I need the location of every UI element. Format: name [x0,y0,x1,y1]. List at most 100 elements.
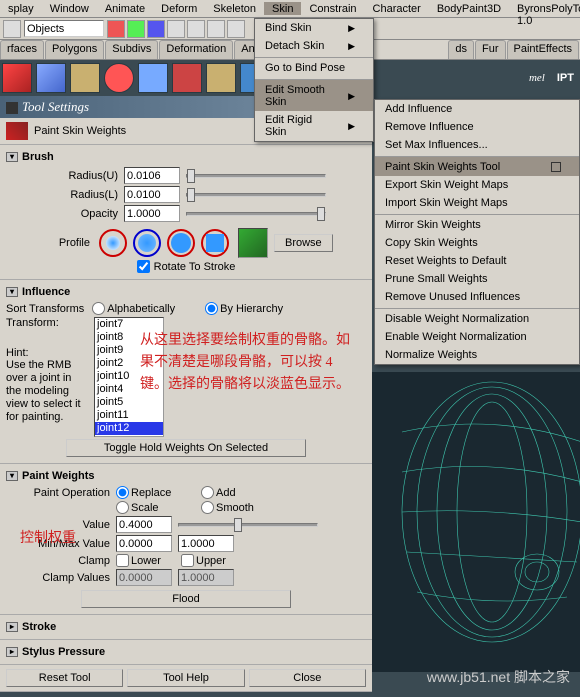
menu-skeleton[interactable]: Skeleton [205,2,264,15]
menu-remove-influence[interactable]: Remove Influence [375,118,579,136]
upper-checkbox[interactable] [181,554,194,567]
menu-export-weights[interactable]: Export Skin Weight Maps [375,176,579,194]
watermark: www.jb51.net 脚本之家 [427,667,570,687]
opacity-slider[interactable] [186,212,326,216]
lower-checkbox[interactable] [116,554,129,567]
torus-icon[interactable] [172,63,202,93]
menu-mirror-weights[interactable]: Mirror Skin Weights [375,214,579,234]
min-input[interactable] [116,535,172,552]
joint-item[interactable]: joint12 [95,422,163,435]
joint-item[interactable]: joint4 [95,383,163,396]
menu-splay[interactable]: splay [0,2,42,15]
value-input[interactable] [116,516,172,533]
menu-edit-rigid[interactable]: Edit Rigid Skin▶ [255,111,373,141]
joint-item[interactable]: joint7 [95,318,163,331]
profile-soft-icon[interactable] [133,229,161,257]
menu-window[interactable]: Window [42,2,97,15]
joint-item[interactable]: joint8 [95,331,163,344]
viewport[interactable] [372,372,580,672]
replace-radio[interactable] [116,486,129,499]
menu-deform[interactable]: Deform [153,2,205,15]
sphere-icon[interactable] [104,63,134,93]
icon-red[interactable] [107,20,125,38]
reset-button[interactable]: Reset Tool [6,669,123,687]
icon-green[interactable] [127,20,145,38]
menu-goto-bind[interactable]: Go to Bind Pose [255,57,373,77]
menu-normalize[interactable]: Normalize Weights [375,346,579,364]
joint-item[interactable]: joint13 [95,435,163,437]
menu-skin[interactable]: Skin [264,2,301,15]
radiusu-slider[interactable] [186,174,326,178]
icon[interactable] [227,20,245,38]
icon-blue[interactable] [147,20,165,38]
menu-reset-weights[interactable]: Reset Weights to Default [375,252,579,270]
menu-byrons[interactable]: ByronsPolyTools 1.0 [509,2,580,15]
joint-listbox[interactable]: joint7joint8joint9joint2joint10joint4joi… [94,317,164,437]
tab-deformation[interactable]: Deformation [159,40,233,59]
menu-import-weights[interactable]: Import Skin Weight Maps [375,194,579,212]
menu-bodypaint[interactable]: BodyPaint3D [429,2,509,15]
menu-copy-weights[interactable]: Copy Skin Weights [375,234,579,252]
menu-prune-weights[interactable]: Prune Small Weights [375,270,579,288]
tab-subdivs[interactable]: Subdivs [105,40,158,59]
rotate-checkbox[interactable] [137,260,150,273]
profile-square-icon[interactable] [201,229,229,257]
joint-item[interactable]: joint11 [95,409,163,422]
sphere-red-icon[interactable] [2,63,32,93]
radiusl-slider[interactable] [186,193,326,197]
menu-bind-skin[interactable]: Bind Skin▶ [255,19,373,37]
menu-enable-norm[interactable]: Enable Weight Normalization [375,328,579,346]
icon[interactable] [187,20,205,38]
menu-disable-norm[interactable]: Disable Weight Normalization [375,308,579,328]
browse-button[interactable]: Browse [274,234,333,252]
smooth-radio[interactable] [201,501,214,514]
shelf-icon[interactable] [3,20,21,38]
tab-fur[interactable]: Fur [475,40,506,59]
icon[interactable] [167,20,185,38]
opacity-input[interactable] [124,205,180,222]
close-button[interactable]: Close [249,669,366,687]
tab-ds[interactable]: ds [448,40,474,59]
cube-icon[interactable] [206,63,236,93]
toolhelp-button[interactable]: Tool Help [127,669,244,687]
profile-gaussian-icon[interactable] [99,229,127,257]
collapse-icon[interactable]: ▾ [6,471,18,481]
icon[interactable] [207,20,225,38]
tab-painteffects[interactable]: PaintEffects [507,40,580,59]
menu-edit-smooth[interactable]: Edit Smooth Skin▶ [255,79,373,111]
profile-solid-icon[interactable] [167,229,195,257]
joint-item[interactable]: joint2 [95,357,163,370]
plane-icon[interactable] [138,63,168,93]
cylinder-icon[interactable] [70,63,100,93]
value-slider[interactable] [178,523,318,527]
add-radio[interactable] [201,486,214,499]
menu-remove-unused[interactable]: Remove Unused Influences [375,288,579,306]
menu-set-max[interactable]: Set Max Influences... [375,136,579,154]
menu-add-influence[interactable]: Add Influence [375,100,579,118]
sort-alpha-radio[interactable] [92,302,105,315]
shelf-input[interactable] [24,20,104,37]
menu-constrain[interactable]: Constrain [301,2,364,15]
cone-icon[interactable] [36,63,66,93]
max-input[interactable] [178,535,234,552]
collapse-icon[interactable]: ▾ [6,152,18,162]
tool-name: Paint Skin Weights [34,125,126,137]
scale-radio[interactable] [116,501,129,514]
joint-item[interactable]: joint10 [95,370,163,383]
tab-polygons[interactable]: Polygons [45,40,104,59]
collapse-icon[interactable]: ▸ [6,622,18,632]
menu-detach-skin[interactable]: Detach Skin▶ [255,37,373,55]
tab-surfaces[interactable]: rfaces [0,40,44,59]
collapse-icon[interactable]: ▾ [6,287,18,297]
radiusl-input[interactable] [124,186,180,203]
radiusu-input[interactable] [124,167,180,184]
joint-item[interactable]: joint5 [95,396,163,409]
menu-animate[interactable]: Animate [97,2,153,15]
flood-button[interactable]: Flood [81,590,291,608]
joint-item[interactable]: joint9 [95,344,163,357]
menu-paint-weights[interactable]: Paint Skin Weights Tool [375,156,579,176]
collapse-icon[interactable]: ▸ [6,647,18,657]
menu-character[interactable]: Character [365,2,429,15]
toggle-hold-button[interactable]: Toggle Hold Weights On Selected [66,439,306,457]
sort-hier-radio[interactable] [205,302,218,315]
